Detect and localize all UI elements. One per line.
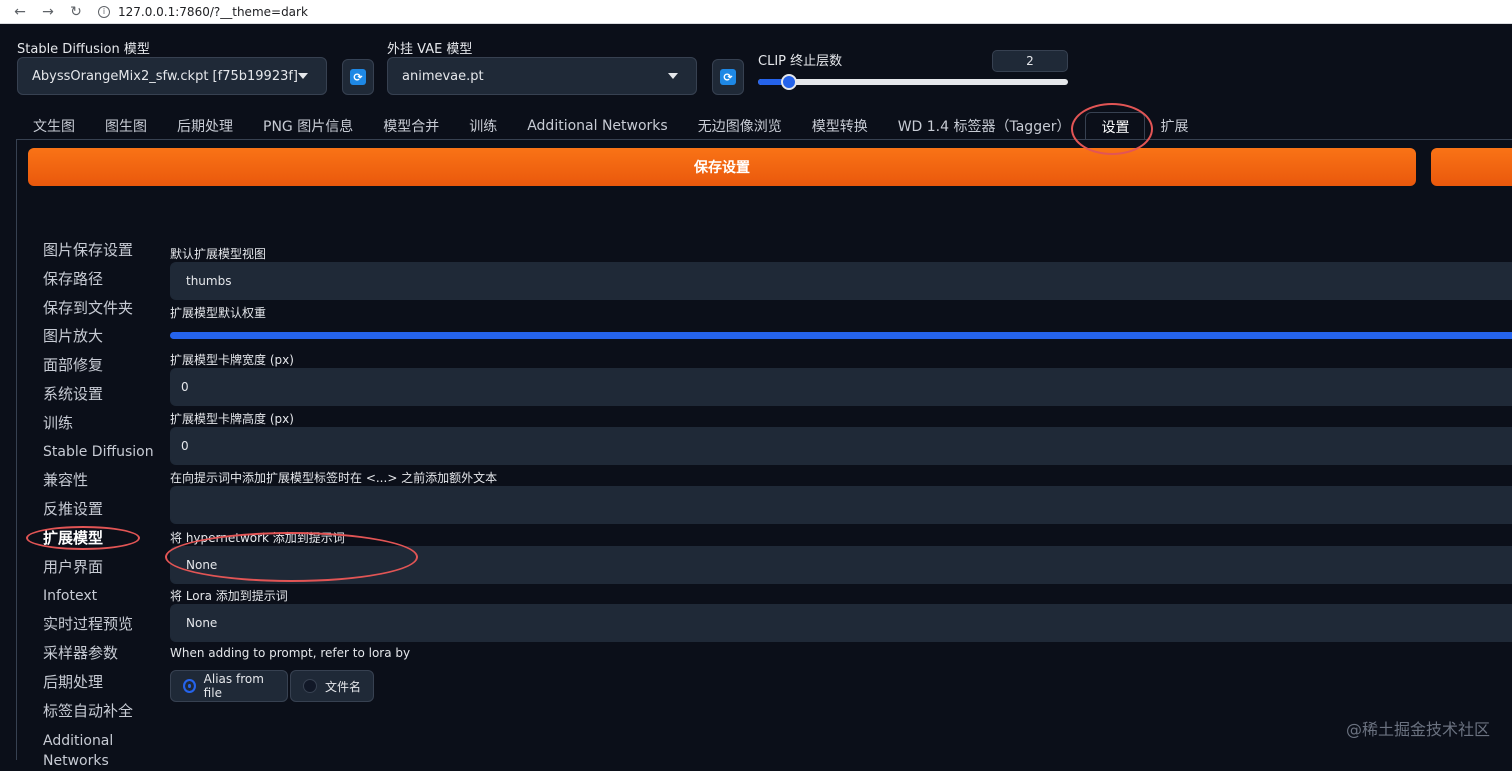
tab-tagger[interactable]: WD 1.4 标签器（Tagger） bbox=[883, 112, 1086, 140]
back-icon[interactable]: ← bbox=[10, 2, 30, 22]
sidebar-item-live-preview[interactable]: 实时过程预览 bbox=[43, 610, 153, 639]
forward-icon[interactable]: → bbox=[38, 2, 58, 22]
url-text: 127.0.0.1:7860/?__theme=dark bbox=[118, 4, 308, 19]
sidebar-item-save-paths[interactable]: 保存路径 bbox=[43, 265, 153, 294]
sidebar-item-compatibility[interactable]: 兼容性 bbox=[43, 466, 153, 495]
address-bar[interactable]: i 127.0.0.1:7860/?__theme=dark bbox=[98, 5, 308, 19]
sidebar-item-additional[interactable]: Additional bbox=[43, 731, 153, 751]
default-weight-label: 扩展模型默认权重 bbox=[170, 306, 267, 320]
browser-toolbar: ← → ↻ i 127.0.0.1:7860/?__theme=dark bbox=[0, 0, 1512, 24]
radio-unchecked-icon bbox=[303, 679, 317, 693]
tab-model-merge[interactable]: 模型合并 bbox=[368, 112, 454, 140]
extra-text-input[interactable] bbox=[170, 486, 1512, 524]
site-info-icon[interactable]: i bbox=[98, 5, 110, 18]
annotation-circle-extra-networks bbox=[26, 526, 140, 550]
card-height-label: 扩展模型卡牌高度 (px) bbox=[170, 412, 294, 426]
sidebar-item-training[interactable]: 训练 bbox=[43, 409, 153, 438]
radio-checked-icon bbox=[183, 679, 196, 693]
tab-train[interactable]: 训练 bbox=[454, 112, 512, 140]
chevron-down-icon bbox=[298, 73, 308, 79]
sidebar-item-tag-autocomplete[interactable]: 标签自动补全 bbox=[43, 697, 153, 726]
sidebar-item-sampler-params[interactable]: 采样器参数 bbox=[43, 639, 153, 668]
vae-label: 外挂 VAE 模型 bbox=[387, 42, 473, 57]
sidebar-item-face-restore[interactable]: 面部修复 bbox=[43, 351, 153, 380]
secondary-action-button[interactable] bbox=[1431, 148, 1512, 186]
extra-text-label: 在向提示词中添加扩展模型标签时在 <...> 之前添加额外文本 bbox=[170, 471, 498, 485]
radio-filename[interactable]: 文件名 bbox=[290, 670, 374, 702]
tab-model-convert[interactable]: 模型转换 bbox=[797, 112, 883, 140]
sd-model-select[interactable]: AbyssOrangeMix2_sfw.ckpt [f75b19923f] bbox=[17, 57, 327, 95]
clip-slider-thumb[interactable] bbox=[781, 74, 797, 90]
clip-value-input[interactable]: 2 bbox=[992, 50, 1068, 72]
default-weight-slider[interactable] bbox=[170, 332, 1512, 339]
tab-divider bbox=[16, 139, 1512, 140]
main-tabs: 文生图 图生图 后期处理 PNG 图片信息 模型合并 训练 Additional… bbox=[18, 112, 1203, 140]
default-view-label: 默认扩展模型视图 bbox=[170, 247, 267, 261]
sidebar-item-system[interactable]: 系统设置 bbox=[43, 380, 153, 409]
sidebar-item-infotext[interactable]: Infotext bbox=[43, 582, 153, 611]
radio-alias-from-file[interactable]: Alias from file bbox=[170, 670, 288, 702]
refresh-icon: ⟳ bbox=[720, 69, 736, 85]
vae-value: animevae.pt bbox=[402, 68, 484, 84]
lora-value: None bbox=[186, 616, 218, 630]
tab-txt2img[interactable]: 文生图 bbox=[18, 112, 90, 140]
refresh-icon: ⟳ bbox=[350, 69, 366, 85]
sidebar-item-user-interface[interactable]: 用户界面 bbox=[43, 553, 153, 582]
lora-select[interactable]: None bbox=[170, 604, 1512, 642]
default-view-select[interactable]: thumbs bbox=[170, 262, 1512, 300]
annotation-circle-settings-tab bbox=[1071, 103, 1153, 155]
tab-img2img[interactable]: 图生图 bbox=[90, 112, 162, 140]
watermark-text: @稀土掘金技术社区 bbox=[1345, 720, 1490, 739]
radio-alias-label: Alias from file bbox=[203, 672, 264, 700]
sidebar-item-save-folder[interactable]: 保存到文件夹 bbox=[43, 294, 153, 323]
lora-label: 将 Lora 添加到提示词 bbox=[170, 589, 288, 603]
card-width-value: 0 bbox=[181, 380, 189, 394]
tab-additional-networks[interactable]: Additional Networks bbox=[512, 112, 682, 140]
chevron-down-icon bbox=[668, 73, 678, 79]
tab-extensions[interactable]: 扩展 bbox=[1145, 112, 1203, 140]
settings-sidebar: 图片保存设置 保存路径 保存到文件夹 图片放大 面部修复 系统设置 训练 Sta… bbox=[43, 236, 154, 771]
save-settings-button[interactable]: 保存设置 bbox=[28, 148, 1416, 186]
clip-slider[interactable] bbox=[758, 74, 1068, 90]
tab-postprocess[interactable]: 后期处理 bbox=[162, 112, 248, 140]
card-width-label: 扩展模型卡牌宽度 (px) bbox=[170, 353, 294, 367]
vae-select[interactable]: animevae.pt bbox=[387, 57, 697, 95]
vae-refresh-button[interactable]: ⟳ bbox=[712, 59, 744, 95]
refer-label: When adding to prompt, refer to lora by bbox=[170, 646, 411, 660]
sidebar-item-image-save[interactable]: 图片保存设置 bbox=[43, 236, 153, 265]
tab-image-browser[interactable]: 无边图像浏览 bbox=[683, 112, 797, 140]
sd-model-refresh-button[interactable]: ⟳ bbox=[342, 59, 374, 95]
panel-border bbox=[16, 139, 17, 760]
tab-png-info[interactable]: PNG 图片信息 bbox=[248, 112, 368, 140]
card-width-input[interactable]: 0 bbox=[170, 368, 1512, 406]
annotation-circle-hypernetwork bbox=[165, 532, 418, 582]
card-height-input[interactable]: 0 bbox=[170, 427, 1512, 465]
default-view-value: thumbs bbox=[186, 274, 232, 288]
sidebar-item-stable-diffusion[interactable]: Stable Diffusion bbox=[43, 438, 154, 467]
sidebar-item-interrogate[interactable]: 反推设置 bbox=[43, 495, 153, 524]
sidebar-item-networks[interactable]: Networks bbox=[43, 751, 153, 771]
sidebar-item-postprocessing[interactable]: 后期处理 bbox=[43, 668, 153, 697]
reload-icon[interactable]: ↻ bbox=[66, 2, 86, 22]
card-height-value: 0 bbox=[181, 439, 189, 453]
clip-label: CLIP 终止层数 bbox=[758, 54, 843, 69]
sd-model-label: Stable Diffusion 模型 bbox=[17, 42, 150, 57]
sidebar-item-upscale[interactable]: 图片放大 bbox=[43, 322, 153, 351]
radio-filename-label: 文件名 bbox=[325, 679, 362, 694]
sd-model-value: AbyssOrangeMix2_sfw.ckpt [f75b19923f] bbox=[32, 68, 299, 84]
